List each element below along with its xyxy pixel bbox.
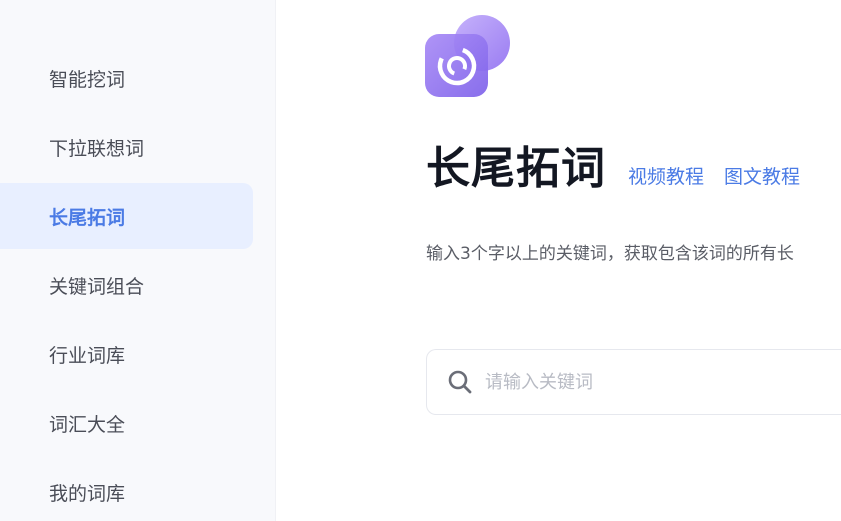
sidebar-item-my-lexicon[interactable]: 我的词库 [0,459,253,521]
main-content: 长尾拓词 视频教程 图文教程 输入3个字以上的关键词，获取包含该词的所有长 [276,0,841,521]
app-root: 智能挖词 下拉联想词 长尾拓词 关键词组合 行业词库 词汇大全 我的词库 长尾拓… [0,0,841,521]
target-ring-icon [425,15,510,97]
sidebar-item-keyword-combo[interactable]: 关键词组合 [0,252,253,318]
search-icon [448,370,472,394]
sidebar-item-longtail[interactable]: 长尾拓词 [0,183,253,249]
sidebar-item-vocabulary[interactable]: 词汇大全 [0,390,253,456]
sidebar-item-industry-lexicon[interactable]: 行业词库 [0,321,253,387]
title-row: 长尾拓词 视频教程 图文教程 [426,132,800,198]
search-box[interactable] [426,349,841,415]
search-input[interactable] [483,370,827,394]
page-title: 长尾拓词 [426,143,606,194]
page-description: 输入3个字以上的关键词，获取包含该词的所有长 [426,244,794,264]
text-tutorial-link[interactable]: 图文教程 [724,162,800,189]
sidebar-item-smart-mining[interactable]: 智能挖词 [0,45,253,111]
sidebar: 智能挖词 下拉联想词 长尾拓词 关键词组合 行业词库 词汇大全 我的词库 [0,0,276,521]
video-tutorial-link[interactable]: 视频教程 [628,162,704,189]
sidebar-item-dropdown-suggest[interactable]: 下拉联想词 [0,114,253,180]
